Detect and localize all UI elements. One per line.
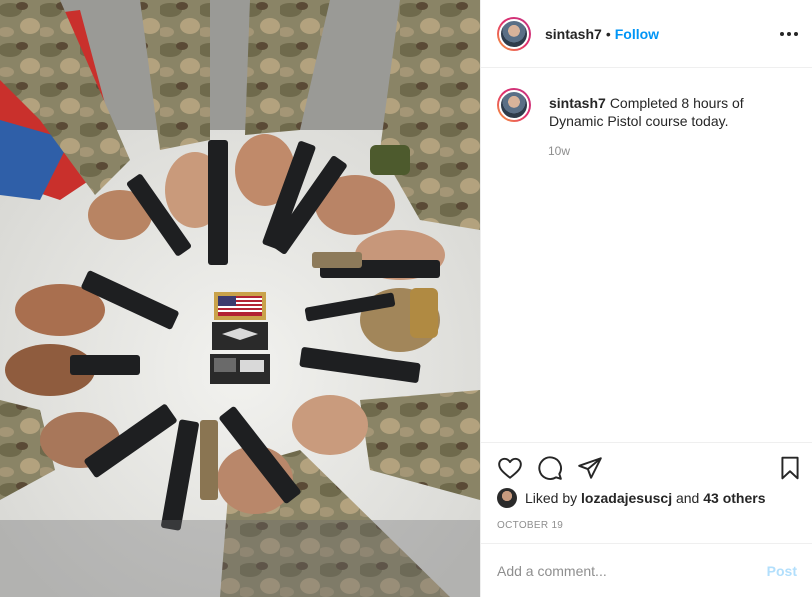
author-username[interactable]: sintash7 (545, 26, 602, 42)
post-date[interactable]: OCTOBER 19 (497, 520, 563, 531)
action-bar (481, 442, 812, 492)
liker-avatar[interactable] (497, 488, 517, 508)
liked-by-others[interactable]: 43 others (703, 490, 765, 506)
post-caption: sintash7 Completed 8 hours of Dynamic Pis… (497, 88, 797, 158)
comment-input[interactable] (497, 562, 767, 579)
post-header: sintash7 • Follow (481, 0, 812, 68)
caption-author-avatar[interactable] (497, 88, 531, 122)
liked-by-user[interactable]: lozadajesuscj (581, 490, 672, 506)
more-icon[interactable] (779, 24, 799, 44)
caption-text-block: sintash7 Completed 8 hours of Dynamic Pis… (549, 88, 797, 130)
comment-icon[interactable] (537, 455, 563, 481)
comment-icon-glyph (538, 456, 562, 480)
caption-username[interactable]: sintash7 (549, 95, 606, 111)
author-avatar-image (499, 18, 529, 49)
bookmark-icon[interactable] (777, 455, 803, 481)
bookmark-icon-glyph (781, 456, 799, 480)
heart-icon-glyph (498, 457, 522, 479)
post-sidebar: sintash7 • Follow sintash7 Completed 8 ho… (480, 0, 812, 597)
heart-icon[interactable] (497, 455, 523, 481)
share-icon[interactable] (577, 455, 603, 481)
author-avatar[interactable] (497, 16, 531, 51)
more-icon-glyph (780, 32, 798, 36)
caption-timestamp[interactable]: 10w (548, 144, 570, 158)
liked-by-prefix: Liked by (525, 490, 578, 506)
liked-by-and: and (675, 490, 700, 506)
post-photo-art (0, 0, 480, 597)
follow-button[interactable]: Follow (615, 26, 659, 42)
likes-summary: Liked by lozadajesuscj and 43 others (497, 488, 765, 508)
post-photo[interactable] (0, 0, 480, 597)
share-icon-glyph (578, 457, 602, 479)
comment-form: Post (481, 543, 812, 597)
header-separator: • (605, 25, 611, 42)
post-comment-button[interactable]: Post (767, 563, 797, 579)
caption-avatar-image (499, 90, 529, 120)
